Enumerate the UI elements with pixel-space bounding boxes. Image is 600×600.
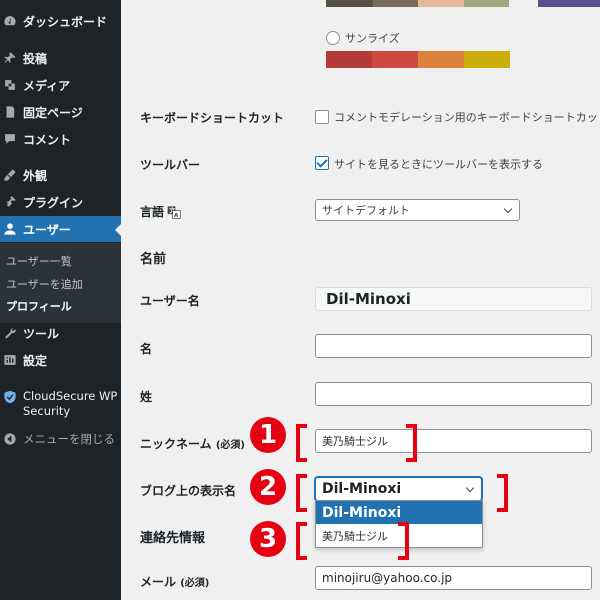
svg-text:A: A bbox=[174, 212, 179, 218]
swatch bbox=[373, 0, 418, 7]
sidebar-item-label: ダッシュボード bbox=[23, 14, 108, 29]
sidebar-item-label: メディア bbox=[23, 78, 71, 93]
keyboard-shortcuts-checkbox[interactable] bbox=[315, 110, 329, 124]
name-section-heading: 名前 bbox=[140, 252, 167, 267]
sidebar-item-users[interactable]: ユーザー bbox=[0, 216, 121, 242]
color-scheme-swatch-right bbox=[538, 0, 600, 7]
chevron-down-icon bbox=[465, 483, 475, 493]
swatch bbox=[418, 0, 464, 7]
users-submenu: ユーザー一覧 ユーザーを追加 プロフィール bbox=[0, 243, 121, 323]
cloudsecure-label: CloudSecure WP Security bbox=[23, 389, 118, 418]
sidebar-item-label: 投稿 bbox=[23, 51, 48, 66]
sunrise-label: サンライズ bbox=[345, 32, 400, 45]
media-icon bbox=[5, 80, 15, 90]
swatch bbox=[418, 51, 464, 68]
sidebar-item-label: ツール bbox=[23, 326, 60, 341]
comment-icon bbox=[5, 134, 15, 144]
settings-icon bbox=[4, 355, 16, 365]
sidebar-item-cloudsecure[interactable]: CloudSecure WP Security bbox=[3, 389, 121, 419]
page-icon bbox=[6, 106, 15, 118]
pin-icon bbox=[4, 52, 16, 63]
sidebar-item-settings[interactable]: 設定 bbox=[0, 347, 121, 373]
sidebar-item-posts[interactable]: 投稿 bbox=[0, 45, 121, 71]
keyboard-shortcuts-text: コメントモデレーション用のキーボードショートカッ bbox=[334, 111, 598, 124]
swatch bbox=[464, 0, 509, 7]
plugin-icon bbox=[5, 196, 16, 207]
toolbar-checkbox[interactable] bbox=[315, 156, 329, 170]
color-scheme-swatches-previous bbox=[326, 0, 509, 7]
chevron-down-icon bbox=[503, 204, 513, 214]
annotation-bracket-left bbox=[296, 424, 307, 462]
sidebar-item-tools[interactable]: ツール bbox=[0, 320, 121, 346]
appearance-icon bbox=[4, 169, 16, 181]
annotation-bracket-left bbox=[296, 522, 307, 560]
annotation-bracket-left bbox=[296, 474, 307, 512]
sidebar-item-label: 外観 bbox=[23, 168, 48, 183]
last-name-field[interactable] bbox=[315, 382, 592, 406]
dashboard-icon bbox=[4, 16, 16, 26]
annotation-badge-2: 2 bbox=[250, 469, 286, 505]
sidebar-item-label: コメント bbox=[23, 132, 72, 147]
submenu-add-user[interactable]: ユーザーを追加 bbox=[6, 276, 83, 292]
first-name-label: 名 bbox=[140, 342, 153, 356]
sidebar-item-plugins[interactable]: プラグイン bbox=[0, 189, 121, 215]
toolbar-label: ツールバー bbox=[140, 158, 201, 172]
translation-icon: 文A bbox=[167, 205, 181, 218]
user-icon bbox=[4, 223, 16, 235]
sidebar-item-label: ユーザー bbox=[23, 222, 71, 237]
annotation-badge-3: 3 bbox=[250, 521, 286, 557]
swatch bbox=[326, 51, 372, 68]
display-name-select[interactable]: Dil-Minoxi bbox=[315, 477, 482, 501]
language-select[interactable]: サイトデフォルト bbox=[315, 199, 520, 221]
shield-check-icon bbox=[4, 390, 16, 404]
annotation-badge-1: 1 bbox=[250, 417, 286, 453]
nickname-field[interactable]: 美乃騎士ジル bbox=[315, 429, 592, 453]
sidebar-item-dashboard[interactable]: ダッシュボード bbox=[0, 8, 121, 34]
submenu-user-list[interactable]: ユーザー一覧 bbox=[6, 253, 72, 269]
display-name-label: ブログ上の表示名 bbox=[140, 484, 237, 498]
annotation-bracket-right bbox=[398, 522, 409, 560]
sidebar-item-label: 固定ページ bbox=[23, 105, 83, 120]
sidebar-item-pages[interactable]: 固定ページ bbox=[0, 99, 121, 125]
first-name-field[interactable] bbox=[315, 334, 592, 358]
email-label: メール (必須) bbox=[140, 575, 210, 589]
submenu-profile[interactable]: プロフィール bbox=[6, 298, 72, 314]
language-label-row: 言語 文A bbox=[140, 203, 181, 220]
sidebar-item-label: プラグイン bbox=[23, 195, 84, 210]
username-field: Dil-Minoxi bbox=[315, 287, 592, 311]
nickname-label: ニックネーム (必須) bbox=[140, 437, 245, 451]
contact-section-heading: 連絡先情報 bbox=[140, 531, 206, 546]
swatch bbox=[372, 51, 418, 68]
swatch bbox=[326, 0, 373, 7]
sidebar-item-label: 設定 bbox=[23, 353, 48, 368]
collapse-menu-button[interactable]: メニューを閉じる bbox=[3, 431, 115, 447]
sidebar-item-media[interactable]: メディア bbox=[0, 72, 121, 98]
username-label: ユーザー名 bbox=[140, 294, 200, 308]
annotation-bracket-right bbox=[497, 474, 508, 512]
toolbar-text: サイトを見るときにツールバーを表示する bbox=[334, 158, 543, 171]
language-label: 言語 bbox=[140, 205, 165, 219]
display-name-option-username[interactable]: Dil-Minoxi bbox=[316, 501, 482, 524]
keyboard-shortcuts-label: キーボードショートカット bbox=[140, 111, 285, 125]
admin-sidebar: ダッシュボード 投稿 メディア 固定ページ コメント 外観 プラグイン ユーザー… bbox=[0, 0, 122, 600]
sunrise-radio[interactable] bbox=[326, 31, 340, 45]
last-name-label: 姓 bbox=[140, 390, 153, 404]
email-field[interactable]: minojiru@yahoo.co.jp bbox=[315, 566, 592, 590]
sunrise-swatches[interactable] bbox=[326, 51, 510, 68]
sidebar-item-comments[interactable]: コメント bbox=[0, 126, 121, 152]
wrench-icon bbox=[5, 327, 16, 339]
sidebar-item-appearance[interactable]: 外観 bbox=[0, 162, 121, 188]
collapse-arrow-icon bbox=[4, 433, 16, 445]
active-menu-pointer bbox=[115, 223, 122, 237]
swatch bbox=[464, 51, 510, 68]
annotation-bracket-right bbox=[406, 424, 417, 462]
